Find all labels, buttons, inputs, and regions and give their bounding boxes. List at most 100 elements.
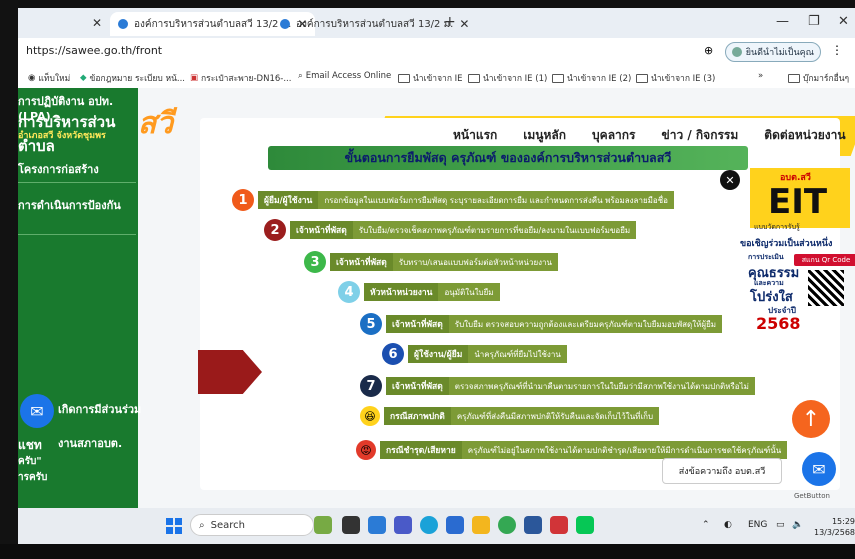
sidebar-item-council[interactable]: งานสภาอบต. [58, 434, 122, 452]
step-row: 2 เจ้าหน้าที่พัสดุ รับใบยืม/ตรวจเช็คสภาพ… [264, 219, 637, 241]
minimize-icon[interactable]: — [776, 14, 789, 29]
step-role: เจ้าหน้าที่พัสดุ [386, 377, 449, 395]
close-tab-icon[interactable]: ✕ [459, 17, 469, 31]
widgets-icon[interactable] [314, 516, 332, 534]
chat-partial-label: ารครับ [18, 472, 48, 483]
bookmark-item[interactable]: ⌕ Email Access Online [298, 71, 391, 81]
divider [18, 182, 136, 183]
menu-home[interactable]: หน้าแรก [453, 126, 497, 145]
bag-icon: ▣ [190, 73, 199, 83]
sidebar-item-construction[interactable]: โครงการก่อสร้าง [18, 160, 138, 178]
bookmark-folder[interactable]: นำเข้าจาก IE [398, 71, 463, 85]
bookmark-folder[interactable]: นำเข้าจาก IE (3) [636, 71, 715, 85]
volume-icon[interactable]: 🔈 [792, 520, 803, 530]
globe-icon: ◉ [28, 73, 36, 83]
eit-year: 2568 [756, 314, 801, 333]
sidebar-item-participation[interactable]: เกิดการมีส่วนร่วม [58, 400, 141, 418]
web-page: การปฏิบัติงาน อปท. (LPA) การบริหารส่วนตำ… [18, 88, 855, 508]
tray-chevron-icon[interactable]: ⌃ [702, 520, 710, 530]
network-icon[interactable]: ▭ [776, 520, 785, 530]
folder-icon [468, 73, 480, 83]
menu-main[interactable]: เมนูหลัก [523, 126, 566, 145]
outcome-desc: ครุภัณฑ์ที่ส่งคืนมีสภาพปกติให้รับคืนและจ… [450, 407, 660, 425]
folder-icon [552, 73, 564, 83]
left-edge [0, 0, 18, 559]
menu-contact[interactable]: ติดต่อหน่วยงาน [764, 126, 845, 145]
bookmark-item[interactable]: ◉ แท็บใหม่ [28, 71, 70, 85]
step-desc: รับทราบ/เสนอแบบฟอร์มต่อหัวหน้าหน่วยงาน [392, 253, 559, 271]
new-tab-button[interactable]: + [444, 14, 456, 30]
step-role: เจ้าหน้าที่พัสดุ [290, 221, 353, 239]
more-bookmarks-button[interactable]: » [758, 71, 763, 81]
tray-app-icon[interactable]: ◐ [724, 520, 732, 530]
edge-icon[interactable] [420, 516, 438, 534]
chrome-icon[interactable] [498, 516, 516, 534]
chat-partial-label: แชท [18, 438, 42, 452]
language-indicator[interactable]: ENG [748, 520, 767, 530]
step-row: 1 ผู้ยืม/ผู้ใช้งาน กรอกข้อมูลในแบบฟอร์มก… [232, 189, 674, 211]
profile-button[interactable]: ยินดีนำไม่เป็นคุณ [724, 42, 821, 62]
outcome-role: กรณีชำรุด/เสียหาย [380, 441, 462, 459]
org-subtitle: อำเภอสวี จังหวัดชุมพร [18, 131, 106, 141]
step-row: 5 เจ้าหน้าที่พัสดุ รับใบยืม ตรวจสอบความถ… [360, 313, 723, 335]
step-row: 6 ผู้ใช้งาน/ผู้ยืม นำครุภัณฑ์ที่ยืมไปใช้… [382, 343, 567, 365]
step-number: 5 [360, 313, 382, 335]
step-role: หัวหน้าหน่วยงาน [364, 283, 439, 301]
close-icon[interactable]: ✕ [720, 170, 740, 190]
step-row: 7 เจ้าหน้าที่พัสดุ ตรวจสภาพครุภัณฑ์ที่นำ… [360, 375, 755, 397]
site-logo: สวี [138, 106, 174, 141]
browser-tab[interactable]: องค์การบริหารส่วนตำบลสวี 13/2 ม. ✕ [280, 12, 469, 36]
restore-icon[interactable]: ❐ [808, 14, 820, 29]
folder-icon [636, 73, 648, 83]
menu-dots-icon[interactable]: ⋮ [831, 43, 843, 57]
messenger-icon[interactable]: ✉ [802, 452, 836, 486]
outlook-icon[interactable] [446, 516, 464, 534]
qr-code[interactable] [808, 270, 844, 306]
bookmark-folder[interactable]: บุ๊กมาร์กอื่นๆ [788, 71, 849, 85]
clock[interactable]: 15:29 13/3/2568 [814, 516, 855, 538]
file-explorer-icon[interactable] [368, 516, 386, 534]
step-desc: อนุมัติในใบยืม [438, 283, 500, 301]
word-icon[interactable] [524, 516, 542, 534]
folder-icon [788, 73, 800, 83]
sidebar-item-prevention[interactable]: การดำเนินการป้องกัน [18, 196, 138, 214]
teams-icon[interactable] [394, 516, 412, 534]
step-number: 4 [338, 281, 360, 303]
close-tab-icon[interactable]: ✕ [92, 16, 102, 30]
taskbar-search[interactable]: ⌕ Search [190, 514, 314, 536]
bookmark-item[interactable]: ◆ ข้อกฎหมาย ระเบียบ หน้... [80, 71, 185, 85]
step-row: 3 เจ้าหน้าที่พัสดุ รับทราบ/เสนอแบบฟอร์มต… [304, 251, 559, 273]
bookmark-folder[interactable]: นำเข้าจาก IE (1) [468, 71, 547, 85]
bookmark-folder[interactable]: นำเข้าจาก IE (2) [552, 71, 631, 85]
zoom-icon[interactable]: ⊕ [704, 44, 713, 57]
step-role: ผู้ใช้งาน/ผู้ยืม [408, 345, 469, 363]
url-field[interactable]: https://sawee.go.th/front [26, 44, 162, 57]
pdf-icon[interactable] [550, 516, 568, 534]
scan-qr-label: สแกน Qr Code [794, 254, 855, 266]
scroll-top-button[interactable]: ↑ [792, 400, 830, 438]
site-favicon-icon [118, 19, 128, 29]
task-view-icon[interactable] [342, 516, 360, 534]
clock-time: 15:29 [831, 517, 855, 526]
chat-partial-label: ครับ" [18, 456, 42, 467]
bookmarks-bar: ◉ แท็บใหม่ ◆ ข้อกฎหมาย ระเบียบ หน้... ▣ กระ… [18, 66, 855, 89]
search-icon: ⌕ [298, 71, 303, 81]
site-sidebar: การปฏิบัติงาน อปท. (LPA) การบริหารส่วนตำ… [18, 88, 141, 508]
windows-start-icon[interactable] [166, 518, 182, 534]
site-favicon-icon [280, 19, 290, 29]
line-icon[interactable] [576, 516, 594, 534]
search-label: Search [210, 519, 245, 531]
bookmark-item[interactable]: ▣ กระเป๋าสะพาย-DN16-... [190, 71, 291, 85]
step-number: 6 [382, 343, 404, 365]
address-bar: https://sawee.go.th/front ⊕ ☆ ยินดีนำไม่… [18, 38, 855, 66]
messenger-icon[interactable]: ✉ [20, 394, 54, 428]
step-number: 7 [360, 375, 382, 397]
menu-staff[interactable]: บุคลากร [592, 126, 635, 145]
eit-title: EIT [768, 182, 828, 222]
menu-news[interactable]: ข่าว / กิจกรรม [662, 126, 739, 145]
folder-icon[interactable] [472, 516, 490, 534]
step-role: เจ้าหน้าที่พัสดุ [386, 315, 449, 333]
outcome-role: กรณีสภาพปกติ [384, 407, 451, 425]
eit-banner[interactable]: อบต.สวี EIT แบบวัดการรับรู้ ขอเชิญร่วมเป… [740, 168, 854, 368]
window-close-icon[interactable]: ✕ [838, 14, 849, 29]
